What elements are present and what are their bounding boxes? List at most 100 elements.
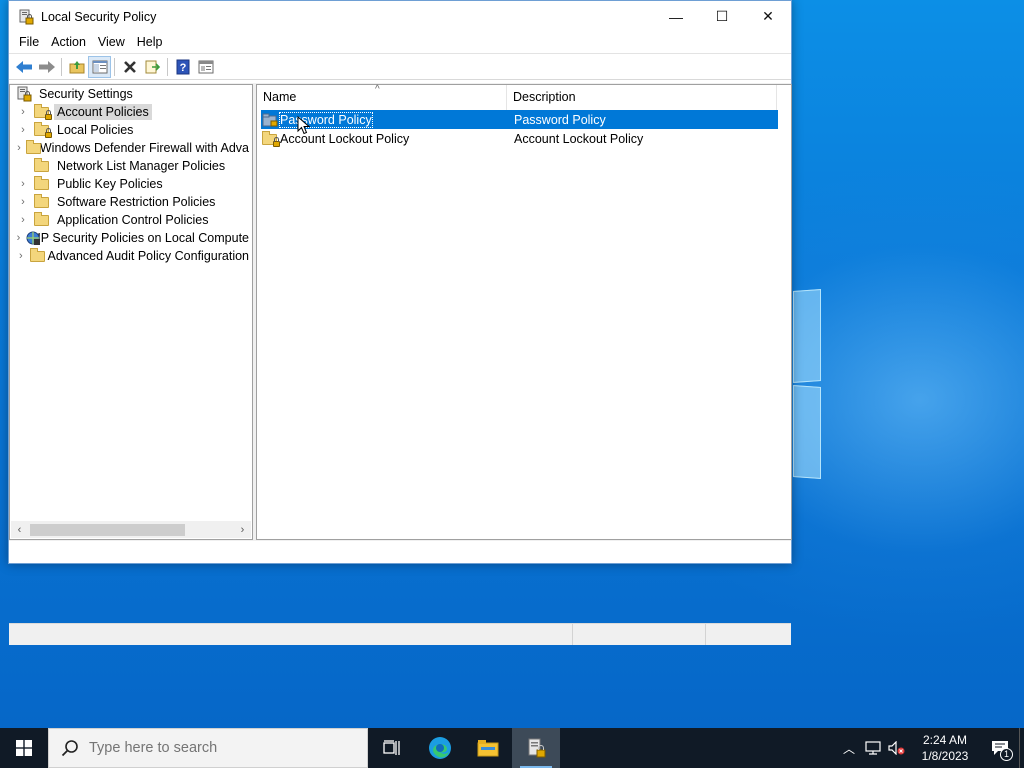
tree-item-label: Network List Manager Policies xyxy=(57,159,226,173)
taskbar-file-explorer-button[interactable] xyxy=(464,728,512,768)
back-button[interactable] xyxy=(12,56,35,78)
title-bar[interactable]: Local Security Policy — ☐ ✕ xyxy=(9,1,791,32)
action-center-button[interactable]: 1 xyxy=(981,728,1019,768)
column-header-label: Description xyxy=(513,90,576,104)
tree-pane: Security Settings › Account Policies › L… xyxy=(9,84,253,540)
folder-icon xyxy=(26,140,42,155)
folder-lock-icon xyxy=(34,122,52,138)
list-cell-description: Account Lockout Policy xyxy=(514,131,644,146)
tree-item-label: Advanced Audit Policy Configuration xyxy=(47,249,249,263)
search-input[interactable] xyxy=(89,740,339,756)
list-pane: ^ Name Description Password Policy Passw… xyxy=(256,84,792,540)
clock-date: 1/8/2023 xyxy=(921,749,969,763)
list-row-password-policy[interactable]: Password Policy Password Policy xyxy=(261,110,778,129)
tree-root-label: Security Settings xyxy=(39,87,133,101)
chevron-right-icon[interactable]: › xyxy=(16,196,30,208)
tree-item-label: IP Security Policies on Local Compute xyxy=(37,231,249,245)
security-settings-icon xyxy=(16,86,32,102)
properties-button[interactable] xyxy=(194,56,217,78)
network-status-button[interactable] xyxy=(861,728,885,768)
chevron-right-icon[interactable]: › xyxy=(16,214,30,226)
export-list-button[interactable] xyxy=(141,56,164,78)
windows-logo-pane-top xyxy=(793,289,821,383)
scroll-thumb[interactable] xyxy=(30,524,185,536)
maximize-icon: ☐ xyxy=(715,8,729,24)
column-header-name[interactable]: ^ Name xyxy=(257,84,507,110)
menu-action[interactable]: Action xyxy=(45,32,92,53)
up-folder-icon xyxy=(69,60,84,73)
show-desktop-button[interactable] xyxy=(1019,728,1024,768)
tree-item-account-policies[interactable]: › Account Policies xyxy=(10,103,252,121)
show-hidden-icons-button[interactable]: ︿ xyxy=(837,728,861,768)
chevron-right-icon[interactable]: › xyxy=(16,232,21,244)
chevron-right-icon[interactable]: › xyxy=(16,142,22,154)
taskbar-security-policy-button[interactable] xyxy=(512,728,560,768)
system-tray: ︿ 2:24 AM 1/8/2023 1 xyxy=(837,728,1024,768)
folder-icon xyxy=(29,248,45,263)
status-segment-middle xyxy=(573,624,706,645)
column-header-description[interactable]: Description xyxy=(507,85,777,110)
menu-view[interactable]: View xyxy=(92,32,131,53)
delete-button[interactable] xyxy=(118,56,141,78)
tree-root-security-settings[interactable]: Security Settings xyxy=(10,85,252,103)
menu-help[interactable]: Help xyxy=(131,32,169,53)
folder-icon xyxy=(34,158,50,173)
volume-button[interactable] xyxy=(885,728,909,768)
toolbar-separator xyxy=(167,57,168,76)
folder-icon xyxy=(34,176,50,191)
taskbar-edge-button[interactable] xyxy=(416,728,464,768)
folder-lock-icon xyxy=(262,130,280,147)
tree-item-application-control[interactable]: › Application Control Policies xyxy=(10,211,252,229)
tree-item-ip-security[interactable]: › IP Security Policies on Local Compute xyxy=(10,229,252,247)
scroll-right-icon[interactable]: › xyxy=(234,524,251,536)
list-cell-name: Password Policy xyxy=(279,111,373,128)
ip-security-icon xyxy=(25,231,40,245)
folder-lock-icon xyxy=(34,104,52,120)
export-list-icon xyxy=(145,60,160,73)
taskbar-clock[interactable]: 2:24 AM 1/8/2023 xyxy=(915,732,975,764)
minimize-button[interactable]: — xyxy=(653,1,699,32)
forward-button[interactable] xyxy=(35,56,58,78)
start-button[interactable] xyxy=(0,728,48,768)
tree-item-label: Public Key Policies xyxy=(57,177,163,191)
volume-muted-icon xyxy=(888,741,905,755)
chevron-right-icon[interactable]: › xyxy=(16,250,26,262)
column-header-label: Name xyxy=(263,90,297,104)
tree-item-local-policies[interactable]: › Local Policies xyxy=(10,121,252,139)
tree-item-software-restriction[interactable]: › Software Restriction Policies xyxy=(10,193,252,211)
tree-item-network-list-manager[interactable]: › Network List Manager Policies xyxy=(10,157,252,175)
chevron-right-icon[interactable]: › xyxy=(16,124,30,136)
windows-start-icon xyxy=(16,740,32,756)
tree-item-windows-defender-firewall[interactable]: › Windows Defender Firewall with Adva xyxy=(10,139,252,157)
tree-item-public-key-policies[interactable]: › Public Key Policies xyxy=(10,175,252,193)
folder-icon xyxy=(34,212,50,227)
network-icon xyxy=(865,741,881,755)
scroll-track[interactable] xyxy=(28,522,234,537)
menu-file[interactable]: File xyxy=(13,32,45,53)
show-hide-tree-button[interactable] xyxy=(88,55,111,78)
svg-text:?: ? xyxy=(179,62,186,74)
help-button[interactable]: ? xyxy=(171,56,194,78)
list-row-account-lockout-policy[interactable]: Account Lockout Policy Account Lockout P… xyxy=(261,129,778,148)
status-segment-end xyxy=(706,624,791,645)
tree-item-advanced-audit[interactable]: › Advanced Audit Policy Configuration xyxy=(10,247,252,265)
tree-item-label: Application Control Policies xyxy=(57,213,209,227)
scroll-left-icon[interactable]: ‹ xyxy=(11,524,28,536)
close-button[interactable]: ✕ xyxy=(745,1,791,32)
sort-ascending-icon: ^ xyxy=(375,84,380,95)
tree-item-label: Local Policies xyxy=(57,123,134,137)
policy-folder-icon xyxy=(262,113,278,127)
toolbar-separator xyxy=(114,57,115,76)
maximize-button[interactable]: ☐ xyxy=(699,1,745,32)
tree-horizontal-scrollbar[interactable]: ‹ › xyxy=(11,521,251,538)
security-policy-app-icon xyxy=(18,9,34,25)
chevron-right-icon[interactable]: › xyxy=(16,178,30,190)
list-cell-name: Account Lockout Policy xyxy=(280,131,410,146)
tree-item-label: Software Restriction Policies xyxy=(57,195,216,209)
windows-logo-pane-bottom xyxy=(793,385,821,479)
chevron-right-icon[interactable]: › xyxy=(16,106,30,118)
task-view-button[interactable] xyxy=(368,728,416,768)
toolbar-separator xyxy=(61,57,62,76)
taskbar-search-box[interactable] xyxy=(48,728,368,768)
up-one-level-button[interactable] xyxy=(65,56,88,78)
